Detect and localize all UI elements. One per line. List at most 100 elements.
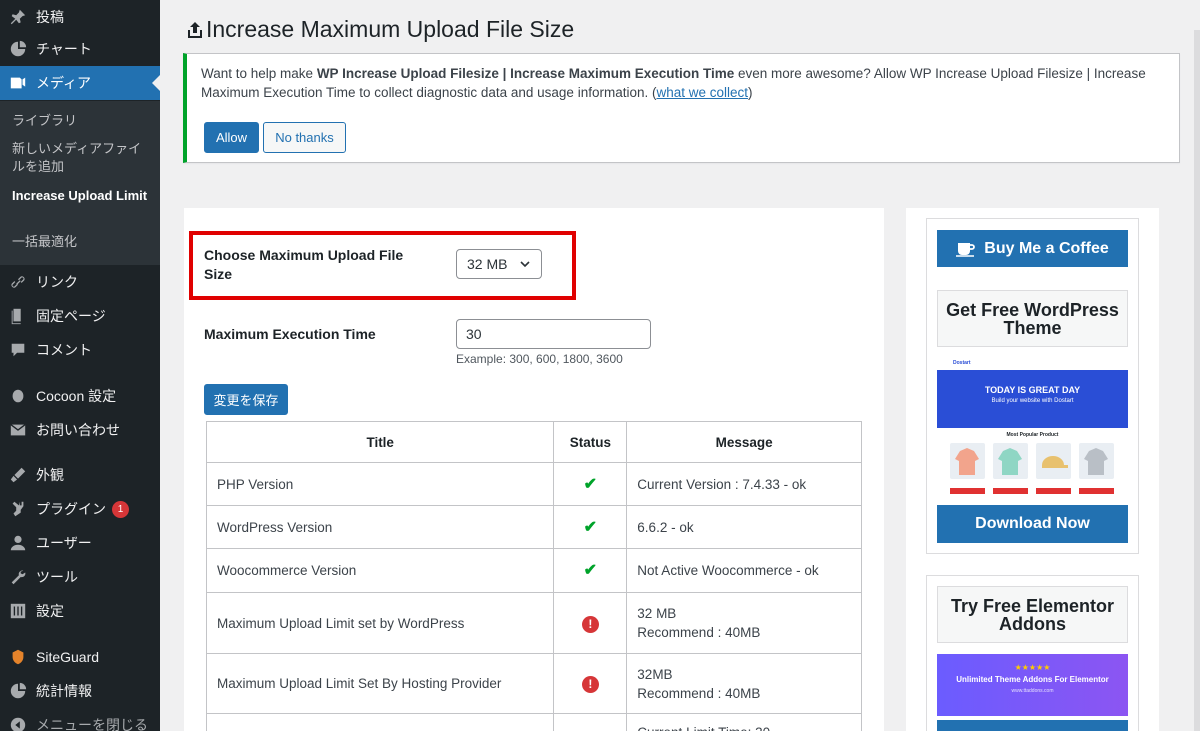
theme-promo-title: Get Free WordPress Theme: [937, 290, 1128, 347]
menu-item-comments[interactable]: コメント: [0, 333, 160, 367]
buy-me-a-coffee-button[interactable]: Buy Me a Coffee: [937, 230, 1128, 267]
row-message: Current Version : 7.4.33 - ok: [626, 462, 862, 506]
product-thumb: [950, 443, 985, 479]
row-message-line: 32MB: [637, 666, 673, 682]
save-changes-button[interactable]: 変更を保存: [204, 384, 288, 415]
menu-item-links[interactable]: リンク: [0, 265, 160, 299]
row-title: Woocommerce Version: [205, 548, 555, 593]
theme-brand: Dostart: [953, 360, 971, 366]
product-buy-bar: [1036, 488, 1071, 494]
menu-label: メディア: [36, 75, 92, 91]
check-icon: ✔: [583, 475, 598, 493]
menu-item-contact[interactable]: お問い合わせ: [0, 413, 160, 447]
status-cell: !: [553, 592, 628, 654]
elementor-url: www.ttaddons.com: [1011, 688, 1054, 694]
upload-size-select[interactable]: 32 MB: [456, 249, 542, 279]
submenu-increase-upload-limit[interactable]: Increase Upload Limit: [12, 187, 152, 205]
notice-text-end: ): [748, 85, 753, 100]
theme-preview-image[interactable]: Dostart TODAY IS GREAT DAY Build your we…: [937, 357, 1128, 500]
row-title: WordPress Version: [205, 505, 555, 549]
theme-subheadline: Build your website with Dostart: [991, 398, 1074, 404]
allow-button[interactable]: Allow: [204, 122, 259, 153]
menu-item-media[interactable]: メディア: [0, 66, 160, 100]
comment-icon: [0, 341, 36, 359]
admin-sidebar: 投稿 チャート メディア ライブラリ 新しいメディアファイルを追加 Increa…: [0, 0, 160, 731]
menu-item-users[interactable]: ユーザー: [0, 526, 160, 560]
menu-item-posts[interactable]: 投稿: [0, 0, 160, 34]
elementor-promo-title: Try Free Elementor Addons: [937, 586, 1128, 643]
page-icon: [0, 307, 36, 325]
download-now-button[interactable]: Download Now: [937, 505, 1128, 543]
row-message-recommend: Recommend : 40MB: [637, 625, 761, 640]
menu-item-pages[interactable]: 固定ページ: [0, 299, 160, 333]
row-title: Maximum Upload Limit Set By Hosting Prov…: [205, 653, 555, 714]
menu-item-appearance[interactable]: 外観: [0, 458, 160, 492]
theme-section-title: Most Popular Product: [1006, 432, 1059, 438]
upload-size-value: 32 MB: [467, 256, 508, 272]
row-message: Current Limit Time: 30: [626, 713, 862, 731]
submenu-library[interactable]: ライブラリ: [12, 112, 152, 130]
rating-stars: ★★★★★: [1014, 663, 1051, 672]
row-message-recommend: Recommend : 40MB: [637, 685, 761, 701]
wrench-icon: [0, 568, 36, 586]
check-icon: ✔: [583, 562, 598, 579]
status-cell: !: [553, 653, 628, 714]
menu-item-stats[interactable]: 統計情報: [0, 674, 160, 708]
page-scrollbar[interactable]: [1194, 30, 1200, 731]
row-title: [205, 713, 555, 731]
upload-icon: [188, 21, 202, 38]
product-thumb: [1079, 443, 1114, 479]
menu-item-settings[interactable]: 設定: [0, 594, 160, 628]
product-thumb: [1036, 443, 1071, 479]
no-thanks-button[interactable]: No thanks: [263, 122, 346, 153]
menu-label: SiteGuard: [36, 649, 100, 665]
menu-label: リンク: [36, 274, 78, 290]
mail-icon: [0, 421, 36, 439]
chevron-down-icon: [520, 261, 530, 268]
menu-item-tools[interactable]: ツール: [0, 560, 160, 594]
menu-item-collapse[interactable]: メニューを閉じる: [0, 708, 160, 731]
table-row: Maximum Upload Limit set by WordPress ! …: [205, 592, 862, 654]
submenu-bulk-optimize[interactable]: 一括最適化: [12, 233, 152, 251]
pie-chart-icon: [0, 40, 36, 58]
elementor-button-partial[interactable]: [937, 720, 1128, 731]
elementor-preview-image[interactable]: ★★★★★ Unlimited Theme Addons For Element…: [937, 654, 1128, 716]
row-title: Maximum Upload Limit set by WordPress: [205, 592, 555, 654]
execution-time-input[interactable]: 30: [456, 319, 651, 349]
product-buy-bar: [993, 488, 1028, 494]
status-table: Title Status Message PHP Version ✔ Curre…: [205, 421, 862, 731]
menu-item-plugins[interactable]: プラグイン 1: [0, 492, 160, 526]
menu-item-cocoon[interactable]: Cocoon 設定: [0, 379, 160, 413]
settings-icon: [0, 602, 36, 620]
menu-label: メニューを閉じる: [36, 717, 148, 731]
row-message: 6.6.2 - ok: [626, 505, 862, 549]
notice-plugin-name: WP Increase Upload Filesize | Increase M…: [316, 66, 735, 81]
menu-label: お問い合わせ: [36, 422, 120, 438]
menu-label: チャート: [36, 41, 92, 57]
product-thumb: [993, 443, 1028, 479]
upload-size-label: Choose Maximum Upload File Size: [204, 247, 404, 282]
page-title-text: Increase Maximum Upload File Size: [206, 16, 575, 42]
menu-label: プラグイン: [36, 501, 106, 517]
column-header-message: Message: [626, 421, 862, 463]
row-title: PHP Version: [205, 462, 555, 506]
row-message: 32 MB Recommend : 40MB: [626, 592, 862, 654]
menu-item-siteguard[interactable]: SiteGuard: [0, 640, 160, 674]
link-icon: [0, 273, 36, 291]
menu-label: ツール: [36, 569, 78, 585]
what-we-collect-link[interactable]: what we collect: [656, 85, 748, 100]
menu-label: 統計情報: [36, 683, 92, 699]
table-row: Maximum Upload Limit Set By Hosting Prov…: [205, 653, 862, 714]
theme-headline: TODAY IS GREAT DAY: [984, 385, 1081, 395]
menu-item-chart[interactable]: チャート: [0, 32, 160, 66]
submenu-add-new[interactable]: 新しいメディアファイルを追加: [12, 140, 152, 176]
menu-label: ユーザー: [36, 535, 92, 551]
theme-banner: TODAY IS GREAT DAY Build your website wi…: [937, 370, 1128, 428]
table-row: Current Limit Time: 30: [205, 713, 862, 731]
elementor-headline: Unlimited Theme Addons For Elementor: [956, 675, 1109, 684]
pushpin-icon: [0, 8, 36, 26]
notice-text: Want to help make WP Increase Upload Fil…: [201, 64, 1161, 102]
row-message: 32MB Recommend : 40MB: [626, 653, 862, 714]
status-cell: ✔: [553, 462, 628, 506]
user-icon: [0, 534, 36, 552]
